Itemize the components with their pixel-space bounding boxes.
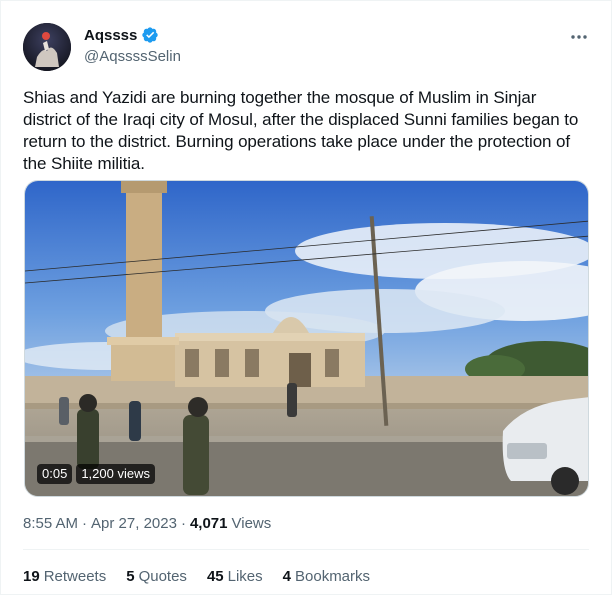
video-player[interactable]: 0:05 1,200 views <box>24 180 589 497</box>
tweet-header: Aqssss @AqssssSelin <box>23 21 595 73</box>
display-name[interactable]: Aqssss <box>84 27 137 44</box>
tweet-date[interactable]: Apr 27, 2023 <box>91 515 177 532</box>
bookmarks-count: 4 <box>282 568 291 585</box>
verified-badge-icon <box>141 26 159 44</box>
avatar[interactable] <box>23 23 71 71</box>
likes-label: Likes <box>227 568 263 585</box>
engagement-stats: 19 Retweets 5 Quotes 45 Likes 4 Bookmark… <box>23 568 370 585</box>
likes-count: 45 <box>206 568 224 585</box>
meta-separator: · <box>180 515 186 532</box>
video-views: 1,200 views <box>76 464 155 484</box>
video-badges: 0:05 1,200 views <box>37 464 155 484</box>
tweet-meta: 8:55 AM · Apr 27, 2023 · 4,071 Views <box>23 515 271 532</box>
views-label: Views <box>231 515 272 532</box>
user-names: Aqssss @AqssssSelin <box>84 25 181 66</box>
bookmarks-stat[interactable]: 4 Bookmarks <box>283 568 370 585</box>
retweets-stat[interactable]: 19 Retweets <box>23 568 106 585</box>
divider <box>23 549 589 550</box>
video-thumbnail <box>25 181 588 496</box>
quotes-count: 5 <box>126 568 135 585</box>
views-count: 4,071 <box>189 515 228 532</box>
bookmarks-label: Bookmarks <box>295 568 371 585</box>
tweet-time[interactable]: 8:55 AM <box>23 515 78 532</box>
retweets-count: 19 <box>23 568 40 585</box>
tweet-card: Aqssss @AqssssSelin Shias and Yazidi are… <box>0 0 612 595</box>
quotes-label: Quotes <box>138 568 187 585</box>
user-handle[interactable]: @AqssssSelin <box>84 48 181 65</box>
avatar-image <box>23 23 71 71</box>
tweet-text: Shias and Yazidi are burning together th… <box>23 88 579 173</box>
retweets-label: Retweets <box>43 568 107 585</box>
quotes-stat[interactable]: 5 Quotes <box>126 568 187 585</box>
video-duration: 0:05 <box>37 464 73 484</box>
more-options-icon[interactable] <box>569 27 589 47</box>
meta-separator: · <box>82 515 88 532</box>
likes-stat[interactable]: 45 Likes <box>207 568 263 585</box>
